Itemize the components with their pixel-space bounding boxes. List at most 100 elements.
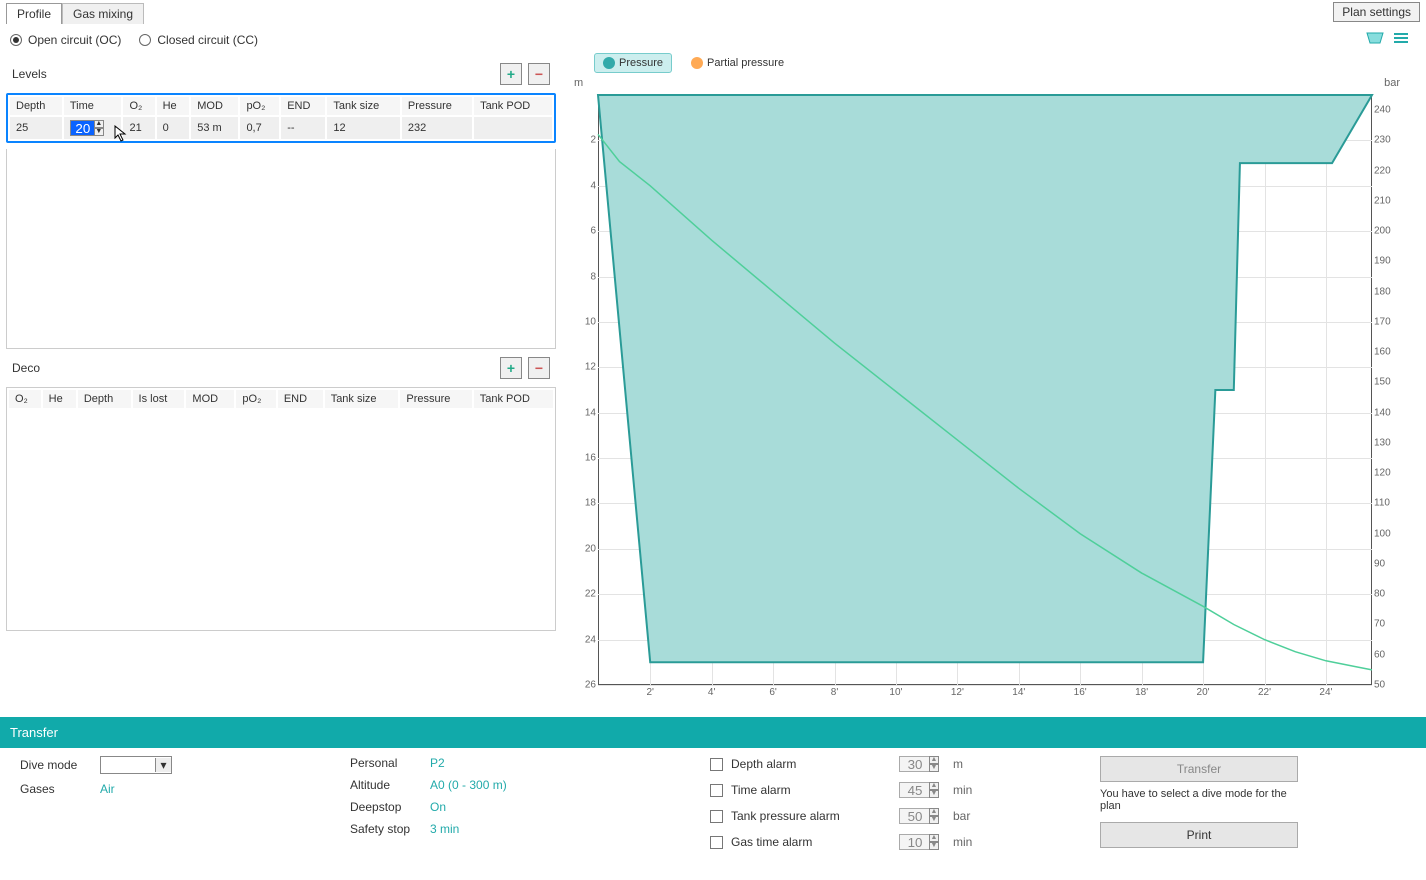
cell-he[interactable]: 0	[157, 117, 190, 139]
col-he[interactable]: He	[157, 97, 190, 115]
deco-col-depth[interactable]: Depth	[78, 390, 131, 408]
deco-col-tank[interactable]: Tank size	[325, 390, 399, 408]
spin-down[interactable]: ▼	[929, 764, 939, 772]
tank-alarm-input[interactable]	[899, 808, 931, 824]
cell-mod[interactable]: 53 m	[191, 117, 238, 139]
gastime-alarm-checkbox[interactable]	[710, 836, 723, 849]
deco-col-mod[interactable]: MOD	[186, 390, 234, 408]
deco-table: O₂ He Depth Is lost MOD pO₂ END Tank siz…	[7, 388, 555, 410]
radio-dot-icon	[139, 34, 151, 46]
deepstop-label: Deepstop	[350, 800, 422, 814]
deco-title: Deco	[12, 361, 500, 375]
toggle-partial-label: Partial pressure	[707, 57, 784, 69]
transfer-band: Transfer	[0, 717, 1426, 748]
radio-closed-circuit-label: Closed circuit (CC)	[157, 33, 258, 47]
time-alarm-unit: min	[953, 783, 972, 797]
plan-settings-button[interactable]: Plan settings	[1333, 2, 1420, 22]
time-alarm-label: Time alarm	[731, 783, 891, 797]
depth-alarm-label: Depth alarm	[731, 757, 891, 771]
depth-alarm-checkbox[interactable]	[710, 758, 723, 771]
personal-label: Personal	[350, 756, 422, 770]
radio-dot-icon	[10, 34, 22, 46]
gauge-icon	[603, 57, 615, 69]
levels-table: Depth Time O₂ He MOD pO₂ END Tank size P…	[6, 93, 556, 143]
col-depth[interactable]: Depth	[10, 97, 62, 115]
col-pressure[interactable]: Pressure	[402, 97, 472, 115]
spin-up[interactable]: ▲	[929, 808, 939, 816]
deco-col-o2[interactable]: O₂	[9, 390, 41, 408]
deepstop-value[interactable]: On	[430, 800, 446, 814]
deco-col-islost[interactable]: Is lost	[133, 390, 185, 408]
toggle-partial-pressure[interactable]: Partial pressure	[682, 53, 793, 73]
spin-down[interactable]: ▼	[929, 842, 939, 850]
tank-alarm-checkbox[interactable]	[710, 810, 723, 823]
cell-o2[interactable]: 21	[123, 117, 154, 139]
radio-open-circuit[interactable]: Open circuit (OC)	[10, 33, 121, 47]
dive-chart: m bar 2468101214161820222426506070809010…	[564, 77, 1420, 711]
tabs: Profile Gas mixing	[6, 2, 144, 23]
tab-gas-mixing[interactable]: Gas mixing	[62, 3, 144, 24]
levels-add-button[interactable]: +	[500, 63, 522, 85]
transfer-button[interactable]: Transfer	[1100, 756, 1298, 782]
personal-value[interactable]: P2	[430, 756, 445, 770]
radio-closed-circuit[interactable]: Closed circuit (CC)	[139, 33, 258, 47]
gases-label: Gases	[20, 782, 92, 796]
cell-pod[interactable]	[474, 117, 552, 139]
time-alarm-input[interactable]	[899, 782, 931, 798]
levels-title: Levels	[12, 67, 500, 81]
time-spin-down[interactable]: ▼	[94, 128, 104, 136]
cell-tank[interactable]: 12	[327, 117, 400, 139]
col-po2[interactable]: pO₂	[240, 97, 279, 115]
levels-remove-button[interactable]: −	[528, 63, 550, 85]
spin-up[interactable]: ▲	[929, 782, 939, 790]
print-button[interactable]: Print	[1100, 822, 1298, 848]
gastime-alarm-unit: min	[953, 835, 972, 849]
cell-pressure[interactable]: 232	[402, 117, 472, 139]
col-tank-size[interactable]: Tank size	[327, 97, 400, 115]
transfer-msg: You have to select a dive mode for the p…	[1100, 788, 1310, 812]
dive-mode-combo[interactable]: ▾	[100, 756, 172, 774]
radio-open-circuit-label: Open circuit (OC)	[28, 33, 121, 47]
gastime-alarm-input[interactable]	[899, 834, 931, 850]
levels-row[interactable]: 25 ▲ ▼ 2	[10, 117, 552, 139]
col-end[interactable]: END	[281, 97, 325, 115]
col-time[interactable]: Time	[64, 97, 122, 115]
safetystop-label: Safety stop	[350, 822, 422, 836]
deco-col-pressure[interactable]: Pressure	[400, 390, 471, 408]
deco-col-po2[interactable]: pO₂	[236, 390, 275, 408]
deco-add-button[interactable]: +	[500, 357, 522, 379]
chevron-down-icon: ▾	[155, 758, 171, 772]
spin-up[interactable]: ▲	[929, 756, 939, 764]
spin-down[interactable]: ▼	[929, 790, 939, 798]
depth-alarm-unit: m	[953, 757, 963, 771]
cell-depth[interactable]: 25	[10, 117, 62, 139]
deco-col-pod[interactable]: Tank POD	[474, 390, 553, 408]
dive-mode-label: Dive mode	[20, 758, 92, 772]
gases-value[interactable]: Air	[100, 782, 115, 796]
deco-remove-button[interactable]: −	[528, 357, 550, 379]
altitude-value[interactable]: A0 (0 - 300 m)	[430, 778, 507, 792]
time-spin-up[interactable]: ▲	[94, 120, 104, 128]
deco-col-he[interactable]: He	[43, 390, 76, 408]
partial-icon	[691, 57, 703, 69]
tank-alarm-unit: bar	[953, 809, 970, 823]
safetystop-value[interactable]: 3 min	[430, 822, 459, 836]
toggle-pressure-label: Pressure	[619, 57, 663, 69]
cell-po2[interactable]: 0,7	[240, 117, 279, 139]
col-o2[interactable]: O₂	[123, 97, 154, 115]
time-alarm-checkbox[interactable]	[710, 784, 723, 797]
spin-down[interactable]: ▼	[929, 816, 939, 824]
deco-col-end[interactable]: END	[278, 390, 323, 408]
chart-menu-icon[interactable]	[1392, 31, 1410, 45]
spin-up[interactable]: ▲	[929, 834, 939, 842]
gastime-alarm-label: Gas time alarm	[731, 835, 891, 849]
col-mod[interactable]: MOD	[191, 97, 238, 115]
cell-time[interactable]: ▲ ▼	[64, 117, 122, 139]
cell-end[interactable]: --	[281, 117, 325, 139]
time-input[interactable]	[70, 120, 96, 136]
depth-alarm-input[interactable]	[899, 756, 931, 772]
tab-profile[interactable]: Profile	[6, 3, 62, 24]
chart-view-icon[interactable]	[1366, 31, 1384, 45]
toggle-pressure[interactable]: Pressure	[594, 53, 672, 73]
col-tank-pod[interactable]: Tank POD	[474, 97, 552, 115]
